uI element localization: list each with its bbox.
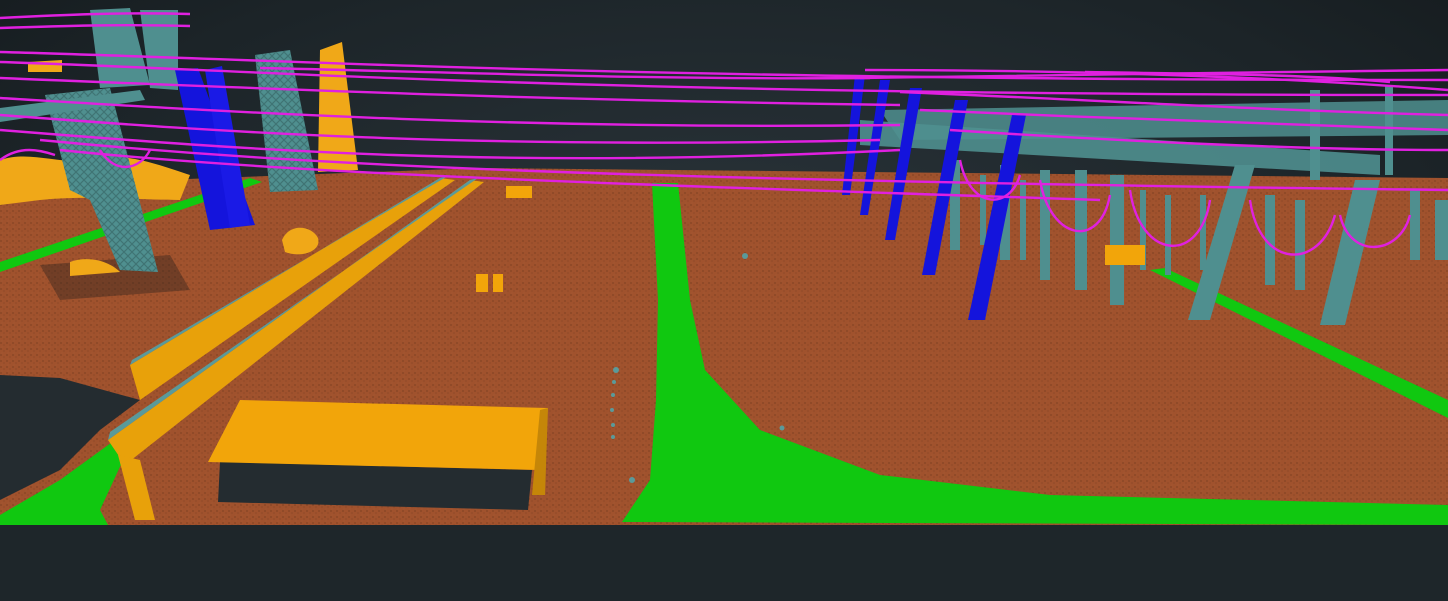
building-rooftop bbox=[208, 400, 548, 470]
small-structure bbox=[506, 186, 532, 198]
building-shadow bbox=[218, 462, 532, 510]
point-cloud-scene[interactable] bbox=[0, 0, 1448, 601]
point-cloud-viewport[interactable] bbox=[0, 0, 1448, 601]
viewer-bottom-band bbox=[0, 525, 1448, 601]
